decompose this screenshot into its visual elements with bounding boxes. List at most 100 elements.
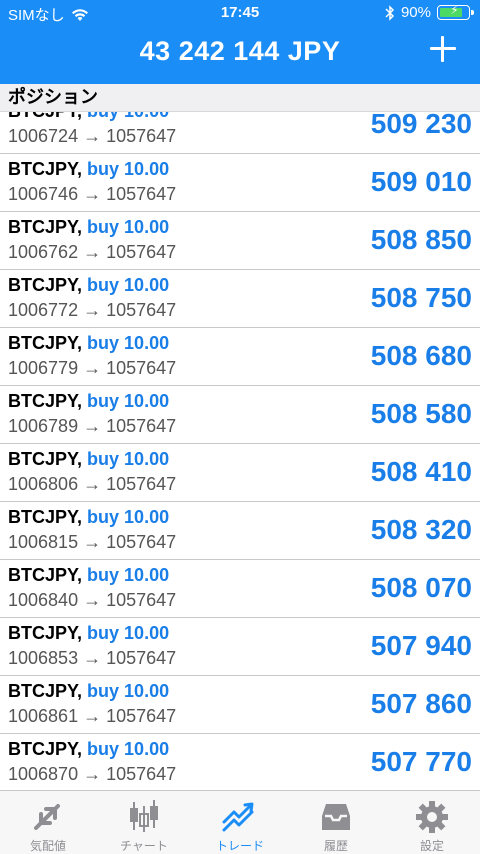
position-side-volume: buy 10.00 [87, 112, 169, 121]
tab-label: チャート [120, 839, 168, 853]
position-side-volume: buy 10.00 [87, 159, 170, 179]
current-price: 1057647 [106, 242, 177, 262]
position-side-volume: buy 10.00 [87, 739, 170, 759]
open-price: 1006806 [8, 474, 79, 494]
current-price: 1057647 [106, 416, 177, 436]
position-symbol: BTCJPY, [8, 333, 83, 353]
open-price: 1006870 [8, 764, 79, 784]
position-row[interactable]: BTCJPY, buy 10.00 1006779 → 1057647 508 68… [0, 328, 480, 386]
position-row[interactable]: BTCJPY, buy 10.00 1006815 → 1057647 508 32… [0, 502, 480, 560]
position-profit: 508 580 [370, 398, 472, 429]
position-symbol: BTCJPY, [8, 217, 83, 237]
current-price: 1057647 [106, 126, 177, 146]
position-symbol: BTCJPY, [8, 507, 83, 527]
current-price: 1057647 [106, 532, 177, 552]
arrow-icon: → [83, 764, 102, 784]
position-side-volume: buy 10.00 [87, 333, 170, 353]
position-row[interactable]: BTCJPY, buy 10.00 1006724 → 1057647 509 23… [0, 112, 480, 154]
position-prices: 1006806 → 1057647 [8, 474, 176, 495]
position-side-volume: buy 10.00 [87, 681, 170, 701]
battery-icon: ⚡ [437, 3, 474, 20]
position-row[interactable]: BTCJPY, buy 10.00 1006762 → 1057647 508 85… [0, 212, 480, 270]
position-title: BTCJPY, buy 10.00 [8, 333, 169, 354]
position-symbol: BTCJPY, [8, 159, 83, 179]
position-prices: 1006746 → 1057647 [8, 184, 176, 205]
arrow-icon: → [83, 242, 102, 262]
tab-label: 気配値 [29, 839, 66, 853]
position-prices: 1006853 → 1057647 [8, 648, 176, 669]
add-order-button[interactable] [428, 34, 458, 64]
position-profit: 508 410 [370, 456, 472, 487]
position-title: BTCJPY, buy 10.00 [8, 449, 169, 470]
position-title: BTCJPY, buy 10.00 [8, 217, 169, 238]
tab-bar: 気配値 チャート トレード 履歴 設定 [0, 790, 480, 854]
position-row[interactable]: BTCJPY, buy 10.00 1006746 → 1057647 509 01… [0, 154, 480, 212]
position-symbol: BTCJPY, [8, 391, 83, 411]
open-price: 1006772 [8, 300, 79, 320]
open-price: 1006840 [8, 590, 79, 610]
open-price: 1006779 [8, 358, 79, 378]
position-symbol: BTCJPY, [8, 275, 83, 295]
position-side-volume: buy 10.00 [87, 391, 170, 411]
tab-history[interactable]: 履歴 [288, 791, 384, 854]
open-price: 1006762 [8, 242, 79, 262]
arrow-icon: → [83, 648, 102, 668]
position-title: BTCJPY, buy 10.00 [8, 159, 169, 180]
current-price: 1057647 [106, 300, 177, 320]
position-prices: 1006870 → 1057647 [8, 764, 176, 785]
current-price: 1057647 [106, 474, 177, 494]
position-row[interactable]: BTCJPY, buy 10.00 1006853 → 1057647 507 94… [0, 618, 480, 676]
position-title: BTCJPY, buy 10.00 [8, 739, 169, 760]
position-title: BTCJPY, buy 10.00 [8, 623, 169, 644]
current-price: 1057647 [106, 706, 177, 726]
position-symbol: BTCJPY, [8, 739, 83, 759]
position-prices: 1006762 → 1057647 [8, 242, 176, 263]
tab-chart[interactable]: チャート [96, 791, 192, 854]
position-row[interactable]: BTCJPY, buy 10.00 1006806 → 1057647 508 41… [0, 444, 480, 502]
position-row[interactable]: BTCJPY, buy 10.00 1006789 → 1057647 508 58… [0, 386, 480, 444]
tab-settings[interactable]: 設定 [384, 791, 480, 854]
battery-percent: 90% [400, 4, 431, 21]
position-row[interactable]: BTCJPY, buy 10.00 1006840 → 1057647 508 07… [0, 560, 480, 618]
position-row[interactable]: BTCJPY, buy 10.00 1006772 → 1057647 508 75… [0, 270, 480, 328]
position-prices: 1006724 → 1057647 [8, 126, 176, 147]
battery-tip [471, 10, 474, 15]
positions-list[interactable]: BTCJPY, buy 10.00 1006724 → 1057647 509 23… [0, 112, 480, 790]
position-profit: 507 860 [370, 688, 472, 719]
position-profit: 508 070 [370, 572, 472, 603]
position-prices: 1006772 → 1057647 [8, 300, 176, 321]
chart-icon [130, 800, 158, 832]
position-row[interactable]: BTCJPY, buy 10.00 1006861 → 1057647 507 86… [0, 676, 480, 734]
current-price: 1057647 [106, 764, 177, 784]
bluetooth-icon [385, 4, 395, 21]
position-symbol: BTCJPY, [8, 623, 83, 643]
position-side-volume: buy 10.00 [87, 507, 170, 527]
status-right: 90% ⚡ [385, 3, 474, 21]
position-prices: 1006815 → 1057647 [8, 532, 176, 553]
position-title: BTCJPY, buy 10.00 [8, 275, 169, 296]
position-title: BTCJPY, buy 10.00 [8, 391, 169, 412]
position-side-volume: buy 10.00 [87, 623, 170, 643]
arrow-icon: → [83, 300, 102, 320]
position-profit: 508 680 [370, 340, 472, 371]
position-row[interactable]: BTCJPY, buy 10.00 1006870 → 1057647 507 77… [0, 734, 480, 790]
arrow-icon: → [83, 590, 102, 610]
charging-icon: ⚡ [450, 3, 459, 17]
position-profit: 509 010 [370, 166, 472, 197]
position-profit: 508 750 [370, 282, 472, 313]
current-price: 1057647 [106, 358, 177, 378]
tab-trade[interactable]: トレード [192, 791, 288, 854]
position-symbol: BTCJPY, [8, 681, 83, 701]
trade-icon [222, 802, 254, 832]
tab-quotes[interactable]: 気配値 [0, 791, 96, 854]
status-bar: SIMなし 17:45 90% ⚡ [0, 0, 480, 28]
position-profit: 509 230 [370, 112, 472, 139]
position-side-volume: buy 10.00 [87, 565, 170, 585]
positions-section-header: ポジション [0, 84, 480, 112]
position-prices: 1006779 → 1057647 [8, 358, 176, 379]
position-side-volume: buy 10.00 [87, 449, 170, 469]
position-title: BTCJPY, buy 10.00 [8, 565, 169, 586]
open-price: 1006746 [8, 184, 79, 204]
arrow-icon: → [83, 184, 102, 204]
position-prices: 1006789 → 1057647 [8, 416, 176, 437]
